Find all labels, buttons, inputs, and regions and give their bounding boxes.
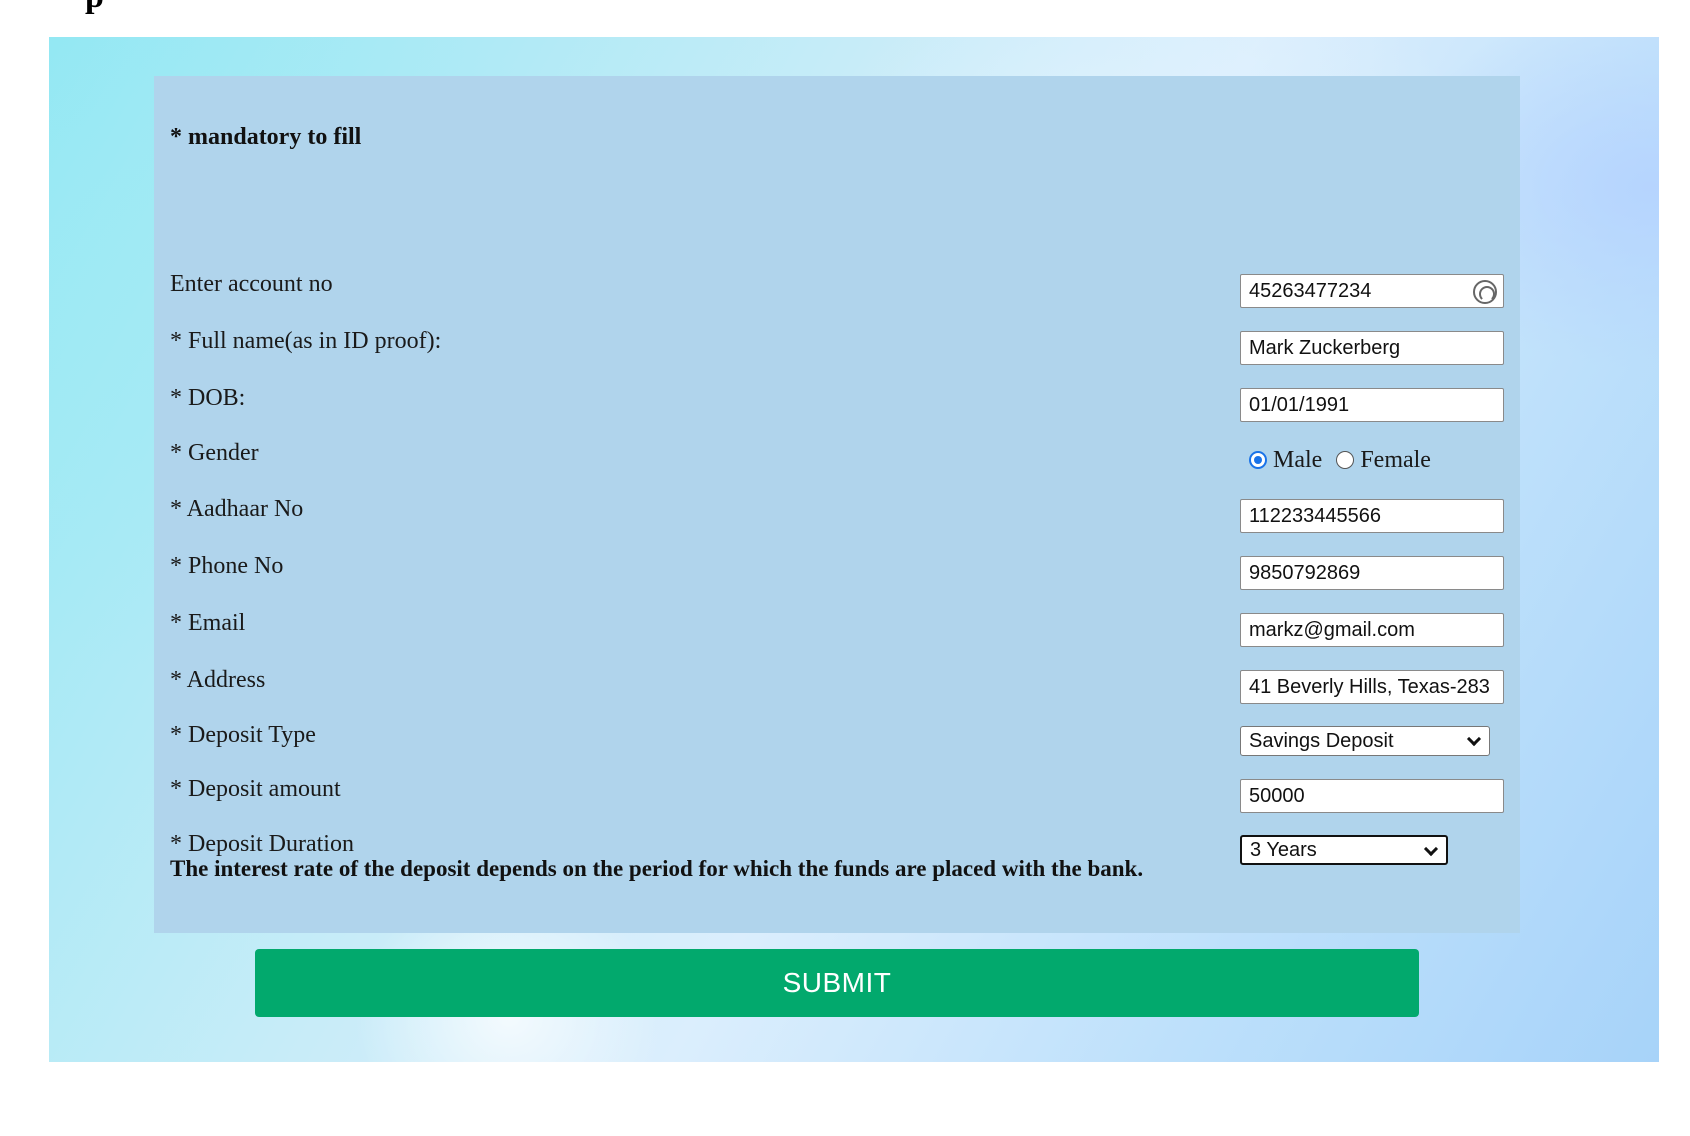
full-name-input[interactable]: Mark Zuckerberg: [1240, 331, 1504, 365]
gender-label: * Gender: [170, 440, 259, 466]
email-label: * Email: [170, 610, 246, 636]
chevron-down-icon: [1423, 841, 1439, 857]
phone-label: * Phone No: [170, 553, 284, 579]
address-label: * Address: [170, 667, 266, 693]
deposit-form: * mandatory to fill Enter account no 452…: [154, 76, 1520, 933]
deposit-duration-label: * Deposit Duration: [170, 831, 354, 857]
gender-male-label[interactable]: Male: [1273, 447, 1322, 474]
aadhaar-label: * Aadhaar No: [170, 496, 304, 522]
full-name-label: * Full name(as in ID proof):: [170, 328, 442, 354]
row-deposit-amount: * Deposit amount 50000: [154, 776, 1520, 816]
account-value: 45263477234: [1249, 280, 1372, 302]
gender-female-label[interactable]: Female: [1360, 447, 1431, 474]
row-email: * Email markz@gmail.com: [154, 610, 1520, 650]
deposit-duration-value: 3 Years: [1250, 839, 1317, 861]
row-account: Enter account no 45263477234: [154, 271, 1520, 311]
interest-note: The interest rate of the deposit depends…: [170, 856, 1144, 881]
autofill-icon[interactable]: [1473, 280, 1497, 304]
email-input[interactable]: markz@gmail.com: [1240, 613, 1504, 647]
gender-male-radio[interactable]: [1249, 451, 1267, 469]
submit-button[interactable]: SUBMIT: [255, 949, 1419, 1017]
deposit-duration-select[interactable]: 3 Years: [1240, 835, 1448, 865]
page-heading-cut: p: [85, 0, 104, 16]
dob-input[interactable]: 01/01/1991: [1240, 388, 1504, 422]
row-deposit-type: * Deposit Type Savings Deposit: [154, 722, 1520, 762]
address-input[interactable]: 41 Beverly Hills, Texas-283: [1240, 670, 1504, 704]
mandatory-note: * mandatory to fill: [170, 124, 362, 150]
gender-female-radio[interactable]: [1336, 451, 1355, 469]
deposit-type-label: * Deposit Type: [170, 722, 316, 748]
phone-input[interactable]: 9850792869: [1240, 556, 1504, 590]
aadhaar-input[interactable]: 112233445566: [1240, 499, 1504, 533]
row-address: * Address 41 Beverly Hills, Texas-283: [154, 667, 1520, 707]
account-label: Enter account no: [170, 271, 333, 297]
row-gender: * Gender Male Female: [154, 440, 1520, 480]
deposit-amount-label: * Deposit amount: [170, 776, 341, 802]
row-dob: * DOB: 01/01/1991: [154, 385, 1520, 425]
row-full-name: * Full name(as in ID proof): Mark Zucker…: [154, 328, 1520, 368]
chevron-down-icon: [1466, 731, 1482, 747]
deposit-amount-input[interactable]: 50000: [1240, 779, 1504, 813]
deposit-type-select[interactable]: Savings Deposit: [1240, 726, 1490, 756]
dob-label: * DOB:: [170, 385, 246, 411]
row-aadhaar: * Aadhaar No 112233445566: [154, 496, 1520, 536]
account-input[interactable]: 45263477234: [1240, 274, 1504, 308]
gender-radio-group: Male Female: [1249, 440, 1445, 480]
deposit-type-value: Savings Deposit: [1249, 730, 1394, 752]
row-phone: * Phone No 9850792869: [154, 553, 1520, 593]
